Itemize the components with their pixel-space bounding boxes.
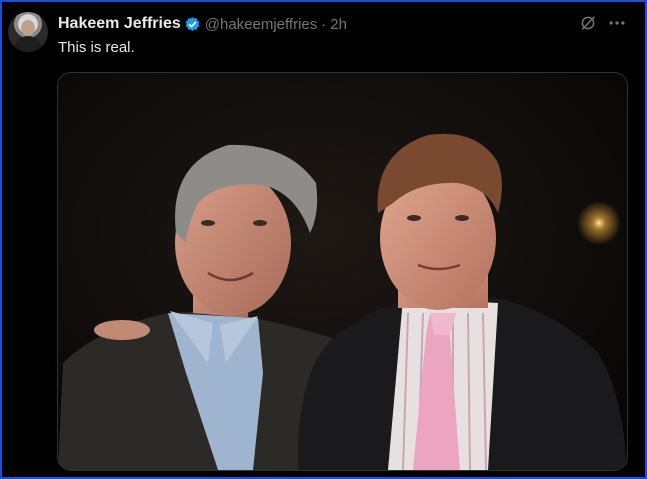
display-name[interactable]: Hakeem Jeffries [58,15,181,33]
grok-icon[interactable] [579,14,597,32]
tweet-card[interactable]: Hakeem Jeffries @hakeemjeffries · 2h Thi… [0,0,647,479]
photo-image [58,73,627,470]
verified-badge-icon [185,16,200,31]
handle[interactable]: @hakeemjeffries [205,16,318,33]
more-icon[interactable] [607,14,627,32]
avatar-face [21,20,35,36]
avatar[interactable] [8,12,48,52]
timestamp[interactable]: 2h [330,16,347,33]
tweet-header: Hakeem Jeffries @hakeemjeffries · 2h [58,14,347,34]
tweet-text: This is real. [58,39,135,56]
avatar-shoulders [14,36,42,52]
separator-dot: · [321,15,327,33]
tweet-photo[interactable] [57,72,628,471]
